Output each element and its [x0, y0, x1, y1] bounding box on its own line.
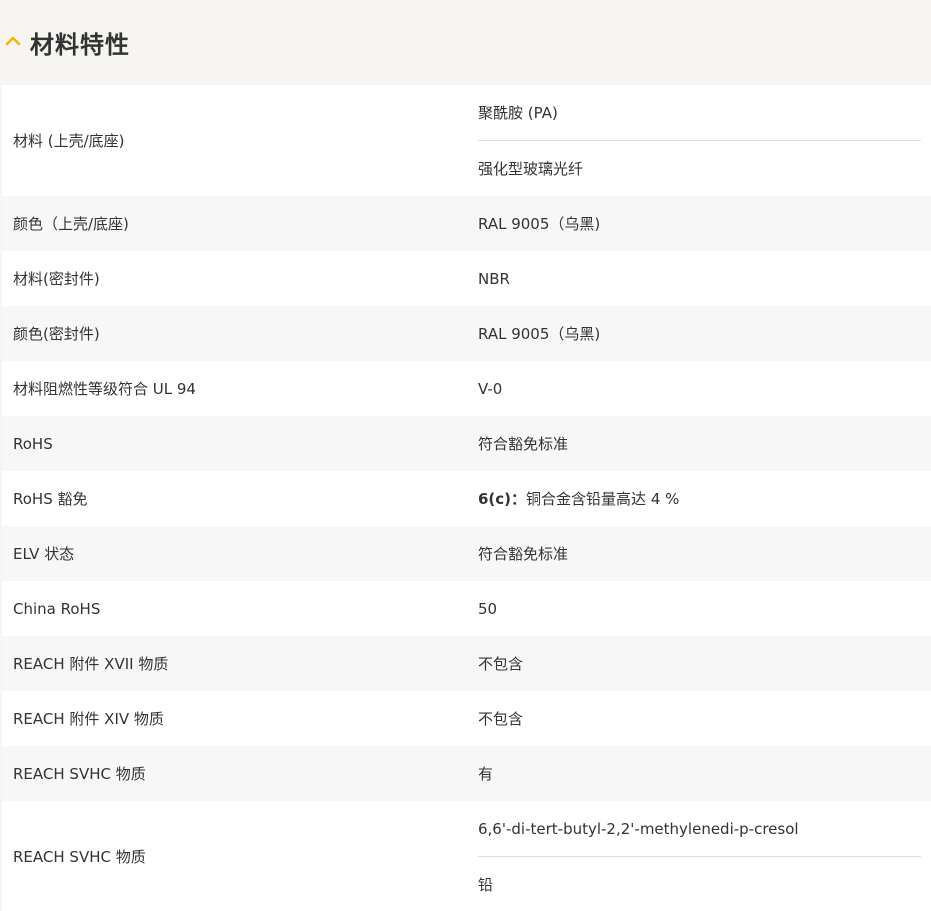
table-row: China RoHS 50: [2, 581, 931, 636]
table-row: REACH SVHC 物质 6,6'-di-tert-butyl-2,2'-me…: [2, 801, 931, 911]
value-item: 50: [478, 599, 498, 618]
value-item: 符合豁免标准: [478, 435, 569, 453]
table-row: REACH 附件 XVII 物质 不包含: [2, 636, 931, 691]
section-header-toggle[interactable]: 材料特性: [0, 0, 931, 84]
value-item: 有: [478, 765, 494, 783]
table-row: 颜色(密封件) RAL 9005（乌黑): [2, 306, 931, 361]
value-item: 6,6'-di-tert-butyl-2,2'-methylenedi-p-cr…: [478, 819, 799, 838]
table-row: RoHS 豁免 6(c)： 铜合金含铅量高达 4 %: [2, 471, 931, 526]
chevron-up-icon[interactable]: [4, 32, 22, 50]
row-label: China RoHS: [13, 599, 101, 618]
row-label: 材料 (上壳/底座): [13, 132, 125, 150]
value-item: RAL 9005（乌黑): [478, 215, 601, 233]
table-row: REACH SVHC 物质 有: [2, 746, 931, 801]
row-value: 50: [467, 581, 931, 636]
table-row: 颜色（上壳/底座) RAL 9005（乌黑): [2, 196, 931, 251]
exemption-code: 6(c)：: [478, 490, 527, 508]
row-value: 有: [467, 746, 931, 801]
row-value: 聚酰胺 (PA) 强化型玻璃光纤: [467, 85, 931, 196]
row-label: RoHS 豁免: [13, 490, 88, 508]
value-item: RAL 9005（乌黑): [478, 325, 601, 343]
value-item: 强化型玻璃光纤: [478, 140, 921, 195]
value-item: 不包含: [478, 655, 524, 673]
row-label: RoHS: [13, 434, 53, 453]
value-item: 符合豁免标准: [478, 545, 569, 563]
table-row: RoHS 符合豁免标准: [2, 416, 931, 471]
value-item: V-0: [478, 379, 503, 398]
row-value: 符合豁免标准: [467, 416, 931, 471]
row-label: REACH 附件 XVII 物质: [13, 655, 169, 673]
row-value: 6,6'-di-tert-butyl-2,2'-methylenedi-p-cr…: [467, 801, 931, 911]
row-value: RAL 9005（乌黑): [467, 196, 931, 251]
row-value: 不包含: [467, 636, 931, 691]
row-value: 不包含: [467, 691, 931, 746]
material-properties-section: 材料特性 材料 (上壳/底座) 聚酰胺 (PA) 强化型玻璃光纤 颜色（上壳/底…: [0, 0, 931, 911]
row-label: 颜色（上壳/底座): [13, 215, 129, 233]
table-row: ELV 状态 符合豁免标准: [2, 526, 931, 581]
row-value: 符合豁免标准: [467, 526, 931, 581]
table-row: 材料 (上壳/底座) 聚酰胺 (PA) 强化型玻璃光纤: [2, 85, 931, 196]
value-item: 聚酰胺 (PA): [478, 104, 558, 122]
row-value: V-0: [467, 361, 931, 416]
value-item: 6(c)： 铜合金含铅量高达 4 %: [478, 471, 921, 526]
table-row: 材料阻燃性等级符合 UL 94 V-0: [2, 361, 931, 416]
row-label: REACH SVHC 物质: [13, 765, 146, 783]
section-title: 材料特性: [30, 30, 130, 59]
row-value: RAL 9005（乌黑): [467, 306, 931, 361]
table-row: REACH 附件 XIV 物质 不包含: [2, 691, 931, 746]
row-label: REACH 附件 XIV 物质: [13, 710, 164, 728]
row-label: ELV 状态: [13, 545, 75, 563]
row-label: 材料阻燃性等级符合 UL 94: [13, 380, 196, 398]
exemption-text: 铜合金含铅量高达 4 %: [526, 490, 680, 508]
value-item: 铅: [478, 856, 921, 911]
row-value: 6(c)： 铜合金含铅量高达 4 %: [467, 471, 931, 526]
row-value: NBR: [467, 251, 931, 306]
value-item: NBR: [478, 269, 510, 288]
table-row: 材料(密封件) NBR: [2, 251, 931, 306]
value-item: 不包含: [478, 710, 524, 728]
row-label: REACH SVHC 物质: [13, 847, 146, 866]
properties-table: 材料 (上壳/底座) 聚酰胺 (PA) 强化型玻璃光纤 颜色（上壳/底座) RA…: [2, 85, 931, 911]
row-label: 材料(密封件): [13, 270, 100, 288]
row-label: 颜色(密封件): [13, 325, 100, 343]
